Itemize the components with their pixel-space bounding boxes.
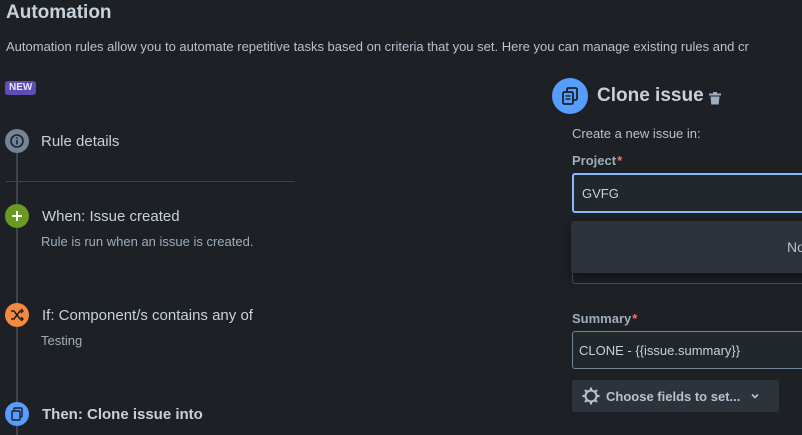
condition-step[interactable]: If: Component/s contains any of Testing (5, 303, 295, 351)
project-dropdown-menu (571, 221, 802, 273)
project-label-text: Project (572, 153, 617, 168)
choose-fields-label: Choose fields to set... (606, 388, 741, 404)
project-select-value: GVFG (582, 185, 619, 201)
new-badge: NEW (5, 81, 37, 95)
clone-icon (5, 402, 29, 426)
action-title: Then: Clone issue into (42, 406, 203, 423)
project-label: Project* (572, 153, 622, 168)
trigger-step[interactable]: When: Issue created Rule is run when an … (5, 204, 295, 252)
summary-input-value: CLONE - {{issue.summary}} (579, 342, 741, 358)
rule-steps-rail (16, 148, 18, 435)
create-issue-label: Create a new issue in: (572, 126, 701, 141)
chevron-down-icon (750, 391, 760, 401)
summary-label-text: Summary (572, 311, 632, 326)
project-select[interactable]: GVFG (572, 173, 802, 213)
condition-title: If: Component/s contains any of (42, 307, 253, 324)
summary-label: Summary* (572, 311, 637, 326)
choose-fields-button[interactable]: Choose fields to set... (572, 380, 779, 412)
clone-issue-icon (552, 78, 588, 114)
info-icon (5, 129, 29, 153)
summary-input[interactable]: CLONE - {{issue.summary}} (572, 331, 802, 369)
page-title: Automation (6, 2, 112, 23)
panel-title: Clone issue (597, 85, 704, 106)
required-marker: * (617, 153, 623, 168)
gear-icon (582, 387, 600, 405)
required-marker: * (632, 311, 638, 326)
shuffle-icon (5, 303, 29, 327)
page-description: Automation rules allow you to automate r… (6, 39, 749, 54)
action-step[interactable]: Then: Clone issue into (5, 402, 295, 428)
rule-details-label: Rule details (41, 133, 120, 150)
rule-details-divider (6, 181, 295, 182)
trash-icon[interactable] (709, 92, 721, 110)
trigger-title: When: Issue created (42, 208, 180, 225)
trigger-subtitle: Rule is run when an issue is created. (41, 234, 254, 249)
plus-icon (5, 204, 29, 228)
rule-details-step[interactable]: Rule details (5, 129, 295, 155)
dropdown-message: No (787, 239, 802, 255)
condition-subtitle: Testing (41, 333, 83, 348)
